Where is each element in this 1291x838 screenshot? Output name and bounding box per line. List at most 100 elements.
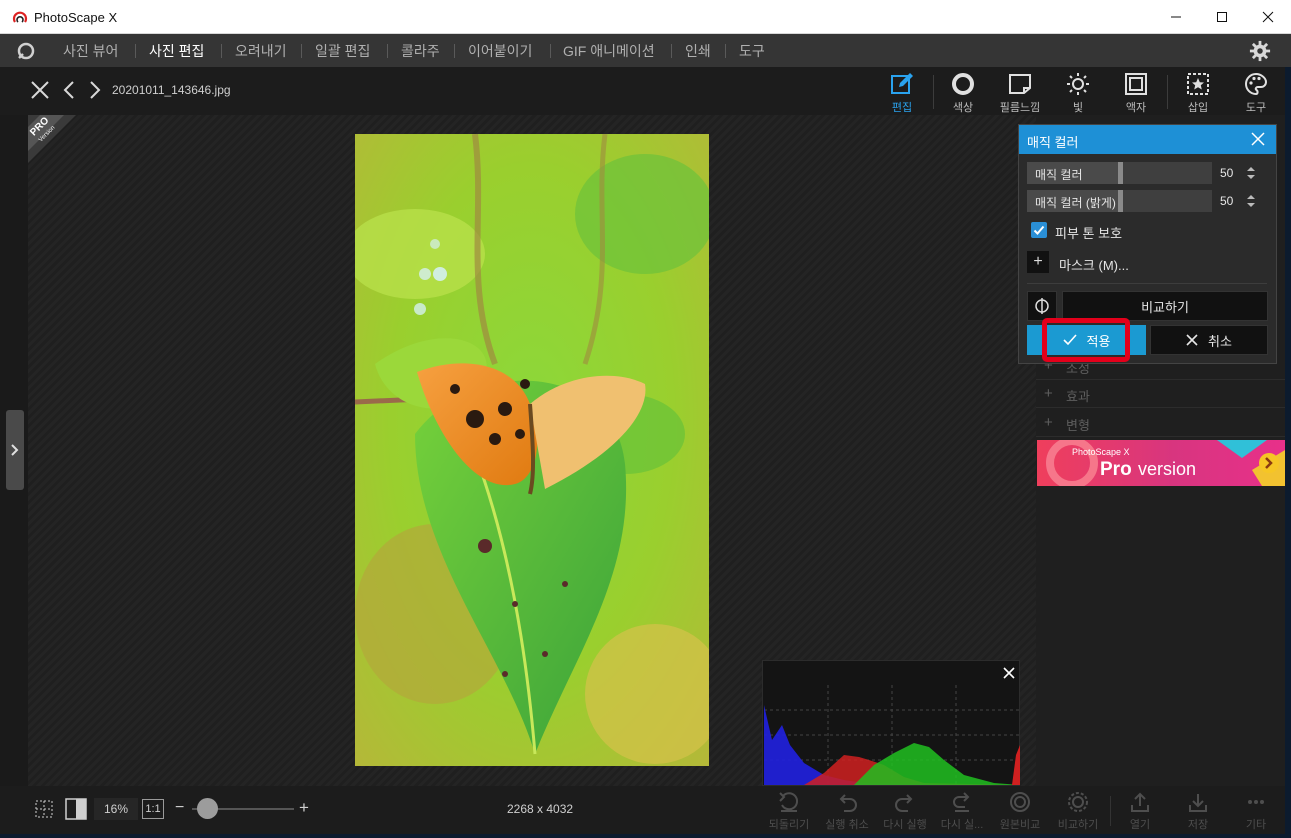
left-panel-toggle[interactable] (6, 410, 24, 490)
maximize-button[interactable] (1199, 0, 1245, 34)
cancel-button[interactable]: 취소 (1150, 325, 1268, 355)
close-photo-icon[interactable] (29, 79, 51, 101)
undo-icon (839, 794, 857, 812)
menu-print[interactable]: 인쇄 (685, 41, 711, 61)
close-icon[interactable] (1003, 667, 1015, 679)
revert-label: 되돌리기 (768, 819, 810, 831)
checkmark-icon (1033, 225, 1045, 235)
checkmark-icon (1062, 334, 1077, 346)
revert-button[interactable]: 되돌리기 (759, 789, 819, 832)
slider-handle[interactable] (1118, 190, 1123, 212)
pro-version-ad-banner[interactable]: PhotoScape X Pro version (1037, 440, 1285, 486)
slider-handle[interactable] (1118, 162, 1123, 184)
magic-color-bright-slider[interactable]: 매직 컬러 (밝게) (1027, 190, 1212, 212)
magic-color-bright-slider-row: 매직 컬러 (밝게) 50 (1027, 190, 1267, 212)
tool-frame[interactable]: 액자 (1108, 70, 1164, 114)
insert-star-icon (1187, 73, 1209, 95)
apply-button-label: 적용 (1086, 333, 1111, 349)
tool-color-label: 색상 (952, 102, 974, 114)
menu-combine[interactable]: 이어붙이기 (468, 41, 532, 61)
ad-pro-text: Pro (1100, 459, 1132, 480)
app-home-icon[interactable] (16, 41, 36, 61)
more-button[interactable]: 기타 (1226, 789, 1286, 832)
film-icon (1009, 74, 1031, 94)
zoom-slider-handle[interactable] (197, 798, 218, 819)
main-menu-bar: 사진 뷰어 사진 편집 오려내기 일괄 편집 콜라주 이어붙이기 GIF 애니메… (0, 34, 1291, 67)
desktop-edge (1285, 67, 1291, 838)
tool-edit-label: 편집 (891, 102, 913, 114)
close-button[interactable] (1245, 0, 1291, 34)
save-button[interactable]: 저장 (1168, 789, 1228, 832)
spinner-arrows-icon[interactable] (1246, 165, 1256, 181)
compare-split-button[interactable] (1027, 291, 1057, 321)
magic-color-dialog: 매직 컬러 매직 컬러 50 매직 컬러 (밝게) 50 피부 톤 보호 + 마… (1018, 124, 1277, 364)
skin-tone-checkbox[interactable] (1031, 222, 1047, 238)
redo-all-button[interactable]: 다시 실... (932, 789, 992, 832)
editor-toolbar: 20201011_143646.jpg 편집 색상 필름느낌 빛 액자 삽입 도… (0, 67, 1291, 115)
crop-grid-icon[interactable] (33, 798, 55, 820)
magic-color-bright-value[interactable]: 50 (1220, 194, 1233, 208)
actual-size-button[interactable]: 1:1 (142, 799, 164, 819)
ad-version-text: version (1138, 459, 1196, 479)
compare-button-label: 비교하기 (1141, 299, 1189, 315)
menu-photo-viewer[interactable]: 사진 뷰어 (63, 41, 118, 61)
section-effects[interactable]: + 효과 (1036, 379, 1285, 408)
plus-icon: + (1044, 385, 1053, 402)
spinner-arrows-icon[interactable] (1246, 193, 1256, 209)
undo-label: 실행 취소 (825, 819, 869, 831)
tool-film[interactable]: 필름느낌 (992, 70, 1048, 114)
minimize-button[interactable] (1153, 0, 1199, 34)
menu-divider (301, 44, 302, 58)
add-mask-button[interactable]: + (1027, 251, 1049, 273)
compare-original-icon (1010, 792, 1030, 812)
toolbar-divider (933, 75, 934, 109)
zoom-level[interactable]: 16% (94, 798, 138, 820)
photo-filename: 20201011_143646.jpg (112, 83, 231, 97)
previous-photo-icon[interactable] (58, 79, 80, 101)
compare-button[interactable]: 비교하기 (1062, 291, 1268, 321)
zoom-in-button[interactable]: + (299, 798, 309, 818)
skin-tone-label: 피부 톤 보호 (1055, 226, 1123, 241)
revert-icon (779, 792, 799, 812)
compare-bottom-button[interactable]: 비교하기 (1048, 789, 1108, 832)
tool-tools[interactable]: 도구 (1228, 70, 1284, 114)
edited-photo[interactable] (355, 134, 709, 766)
compare-original-label: 원본비교 (999, 819, 1041, 831)
next-photo-icon[interactable] (84, 79, 106, 101)
gear-icon[interactable] (1249, 40, 1271, 62)
tool-frame-label: 액자 (1125, 102, 1147, 114)
redo-icon (895, 794, 913, 812)
compare-original-button[interactable]: 원본비교 (990, 789, 1050, 832)
redo-button[interactable]: 다시 실행 (875, 789, 935, 832)
close-icon[interactable] (1251, 132, 1265, 146)
apply-button[interactable]: 적용 (1027, 325, 1146, 355)
tool-color[interactable]: 색상 (935, 70, 991, 114)
magic-color-slider[interactable]: 매직 컬러 (1027, 162, 1212, 184)
open-button[interactable]: 열기 (1110, 789, 1170, 832)
menu-batch-editor[interactable]: 일괄 편집 (315, 41, 370, 61)
histogram-graph (764, 685, 1020, 785)
minimize-icon (1171, 16, 1181, 18)
tool-tools-label: 도구 (1245, 102, 1267, 114)
menu-gif-animation[interactable]: GIF 애니메이션 (563, 41, 655, 61)
undo-button[interactable]: 실행 취소 (817, 789, 877, 832)
menu-photo-editor[interactable]: 사진 편집 (149, 41, 204, 61)
menu-cut-out[interactable]: 오려내기 (235, 41, 287, 61)
pro-version-badge[interactable]: PRO Version (28, 115, 76, 163)
tool-insert[interactable]: 삽입 (1170, 70, 1226, 114)
tool-edit[interactable]: 편집 (874, 70, 930, 114)
zoom-out-button[interactable]: − (175, 799, 184, 817)
tool-light[interactable]: 빛 (1050, 70, 1106, 114)
magic-color-value[interactable]: 50 (1220, 166, 1233, 180)
image-dimensions: 2268 x 4032 (507, 802, 574, 816)
plus-icon: + (1044, 414, 1053, 431)
redo-all-icon (953, 792, 970, 812)
cancel-button-label: 취소 (1208, 333, 1232, 349)
mask-label[interactable]: 마스크 (M)... (1059, 255, 1129, 274)
menu-tools[interactable]: 도구 (739, 41, 765, 61)
split-view-icon[interactable] (65, 798, 87, 820)
section-transform[interactable]: + 변형 (1036, 408, 1285, 437)
edit-icon (891, 73, 913, 94)
menu-collage[interactable]: 콜라주 (401, 41, 440, 61)
more-icon (1248, 800, 1264, 804)
